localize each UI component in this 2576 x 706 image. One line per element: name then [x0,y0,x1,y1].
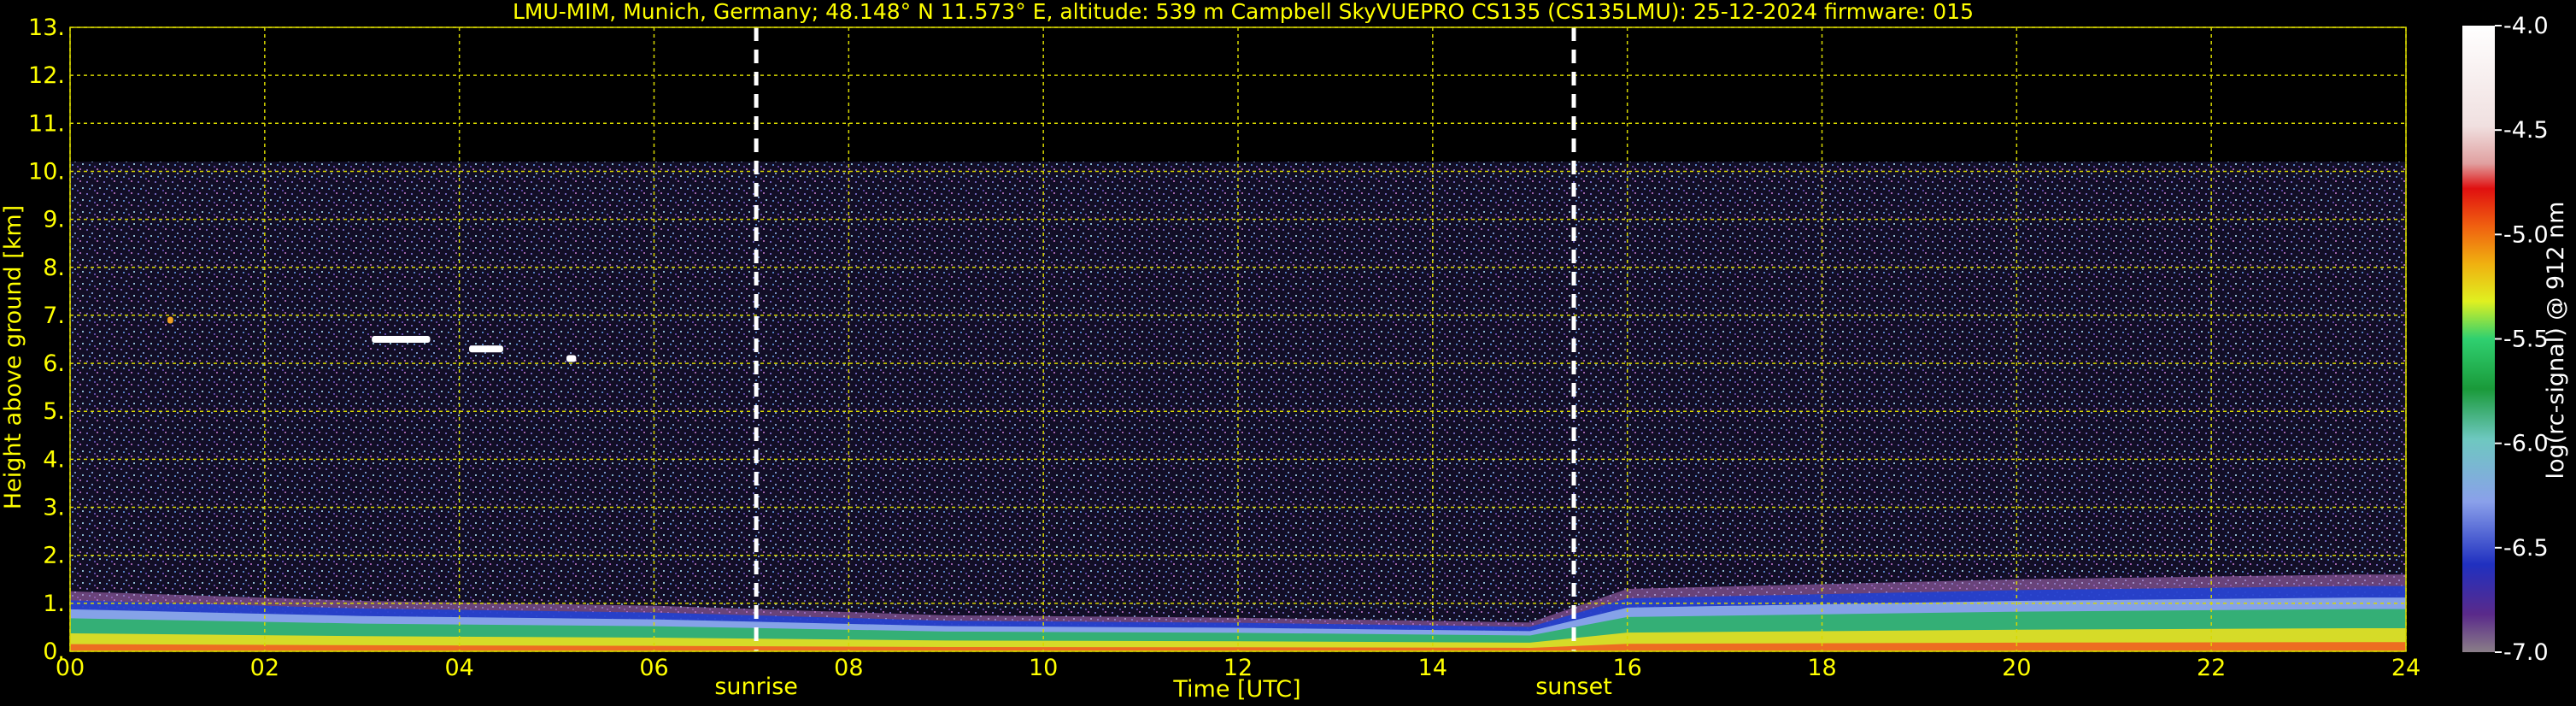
x-tick-label: 04 [444,655,473,681]
colorbar-label: log(rc-signal) @ 912 nm [2543,202,2569,479]
colorbar-tick-label: -6.0 [2503,431,2549,457]
x-tick-label: 16 [1612,655,1641,681]
colorbar-tick-label: -4.0 [2503,13,2549,39]
colorbar-tick-label: -5.0 [2503,221,2549,248]
colorbar [2462,26,2495,652]
y-tick-label: 0. [43,638,65,665]
x-tick-label: 08 [834,655,863,681]
x-tick-label: 06 [639,655,668,681]
colorbar-tick-label: -4.5 [2503,117,2549,144]
y-tick-label: 3. [43,495,65,521]
y-tick-label: 8. [43,255,65,281]
chart-title: LMU-MIM, Munich, Germany; 48.148° N 11.5… [513,0,1974,24]
x-tick-label: 24 [2391,655,2421,681]
cloud-patch-3 [167,316,173,324]
y-tick-label: 12. [28,62,65,89]
cloud-patch-0 [372,336,431,343]
y-tick-label: 11. [28,110,65,137]
colorbar-ticks: -4.0 -4.5 -5.0 -5.5 -6.0 -6.5 -7.0 [2495,13,2549,666]
y-tick-label: 6. [43,350,65,377]
x-tick-label: 22 [2197,655,2226,681]
ceilometer-chart: sunrise sunset 00 02 04 06 08 10 12 14 16 18 20 22 24… [0,0,2569,703]
x-tick-label: 02 [250,655,279,681]
colorbar-tick-label: -5.5 [2503,327,2549,353]
y-tick-label: 13. [28,15,65,41]
sunset-label: sunset [1535,674,1612,700]
colorbar-tick-label: -6.5 [2503,535,2549,562]
sunrise-label: sunrise [714,674,798,700]
y-tick-label: 1. [43,591,65,617]
y-tick-label: 5. [43,398,65,425]
y-tick-label: 10. [28,158,65,185]
x-tick-label: 20 [2002,655,2031,681]
x-axis-label: Time [UTC] [1172,676,1300,703]
y-tick-label: 2. [43,543,65,569]
x-tick-label: 10 [1029,655,1058,681]
y-tick-label: 4. [43,446,65,473]
x-tick-label: 14 [1418,655,1447,681]
y-tick-label: 9. [43,207,65,233]
x-tick-label: 18 [1807,655,1836,681]
y-tick-label: 7. [43,303,65,329]
cloud-patch-2 [566,355,577,362]
cloud-patch-1 [469,345,503,353]
y-axis-label: Height above ground [km] [0,205,26,509]
colorbar-tick-label: -7.0 [2503,639,2549,666]
